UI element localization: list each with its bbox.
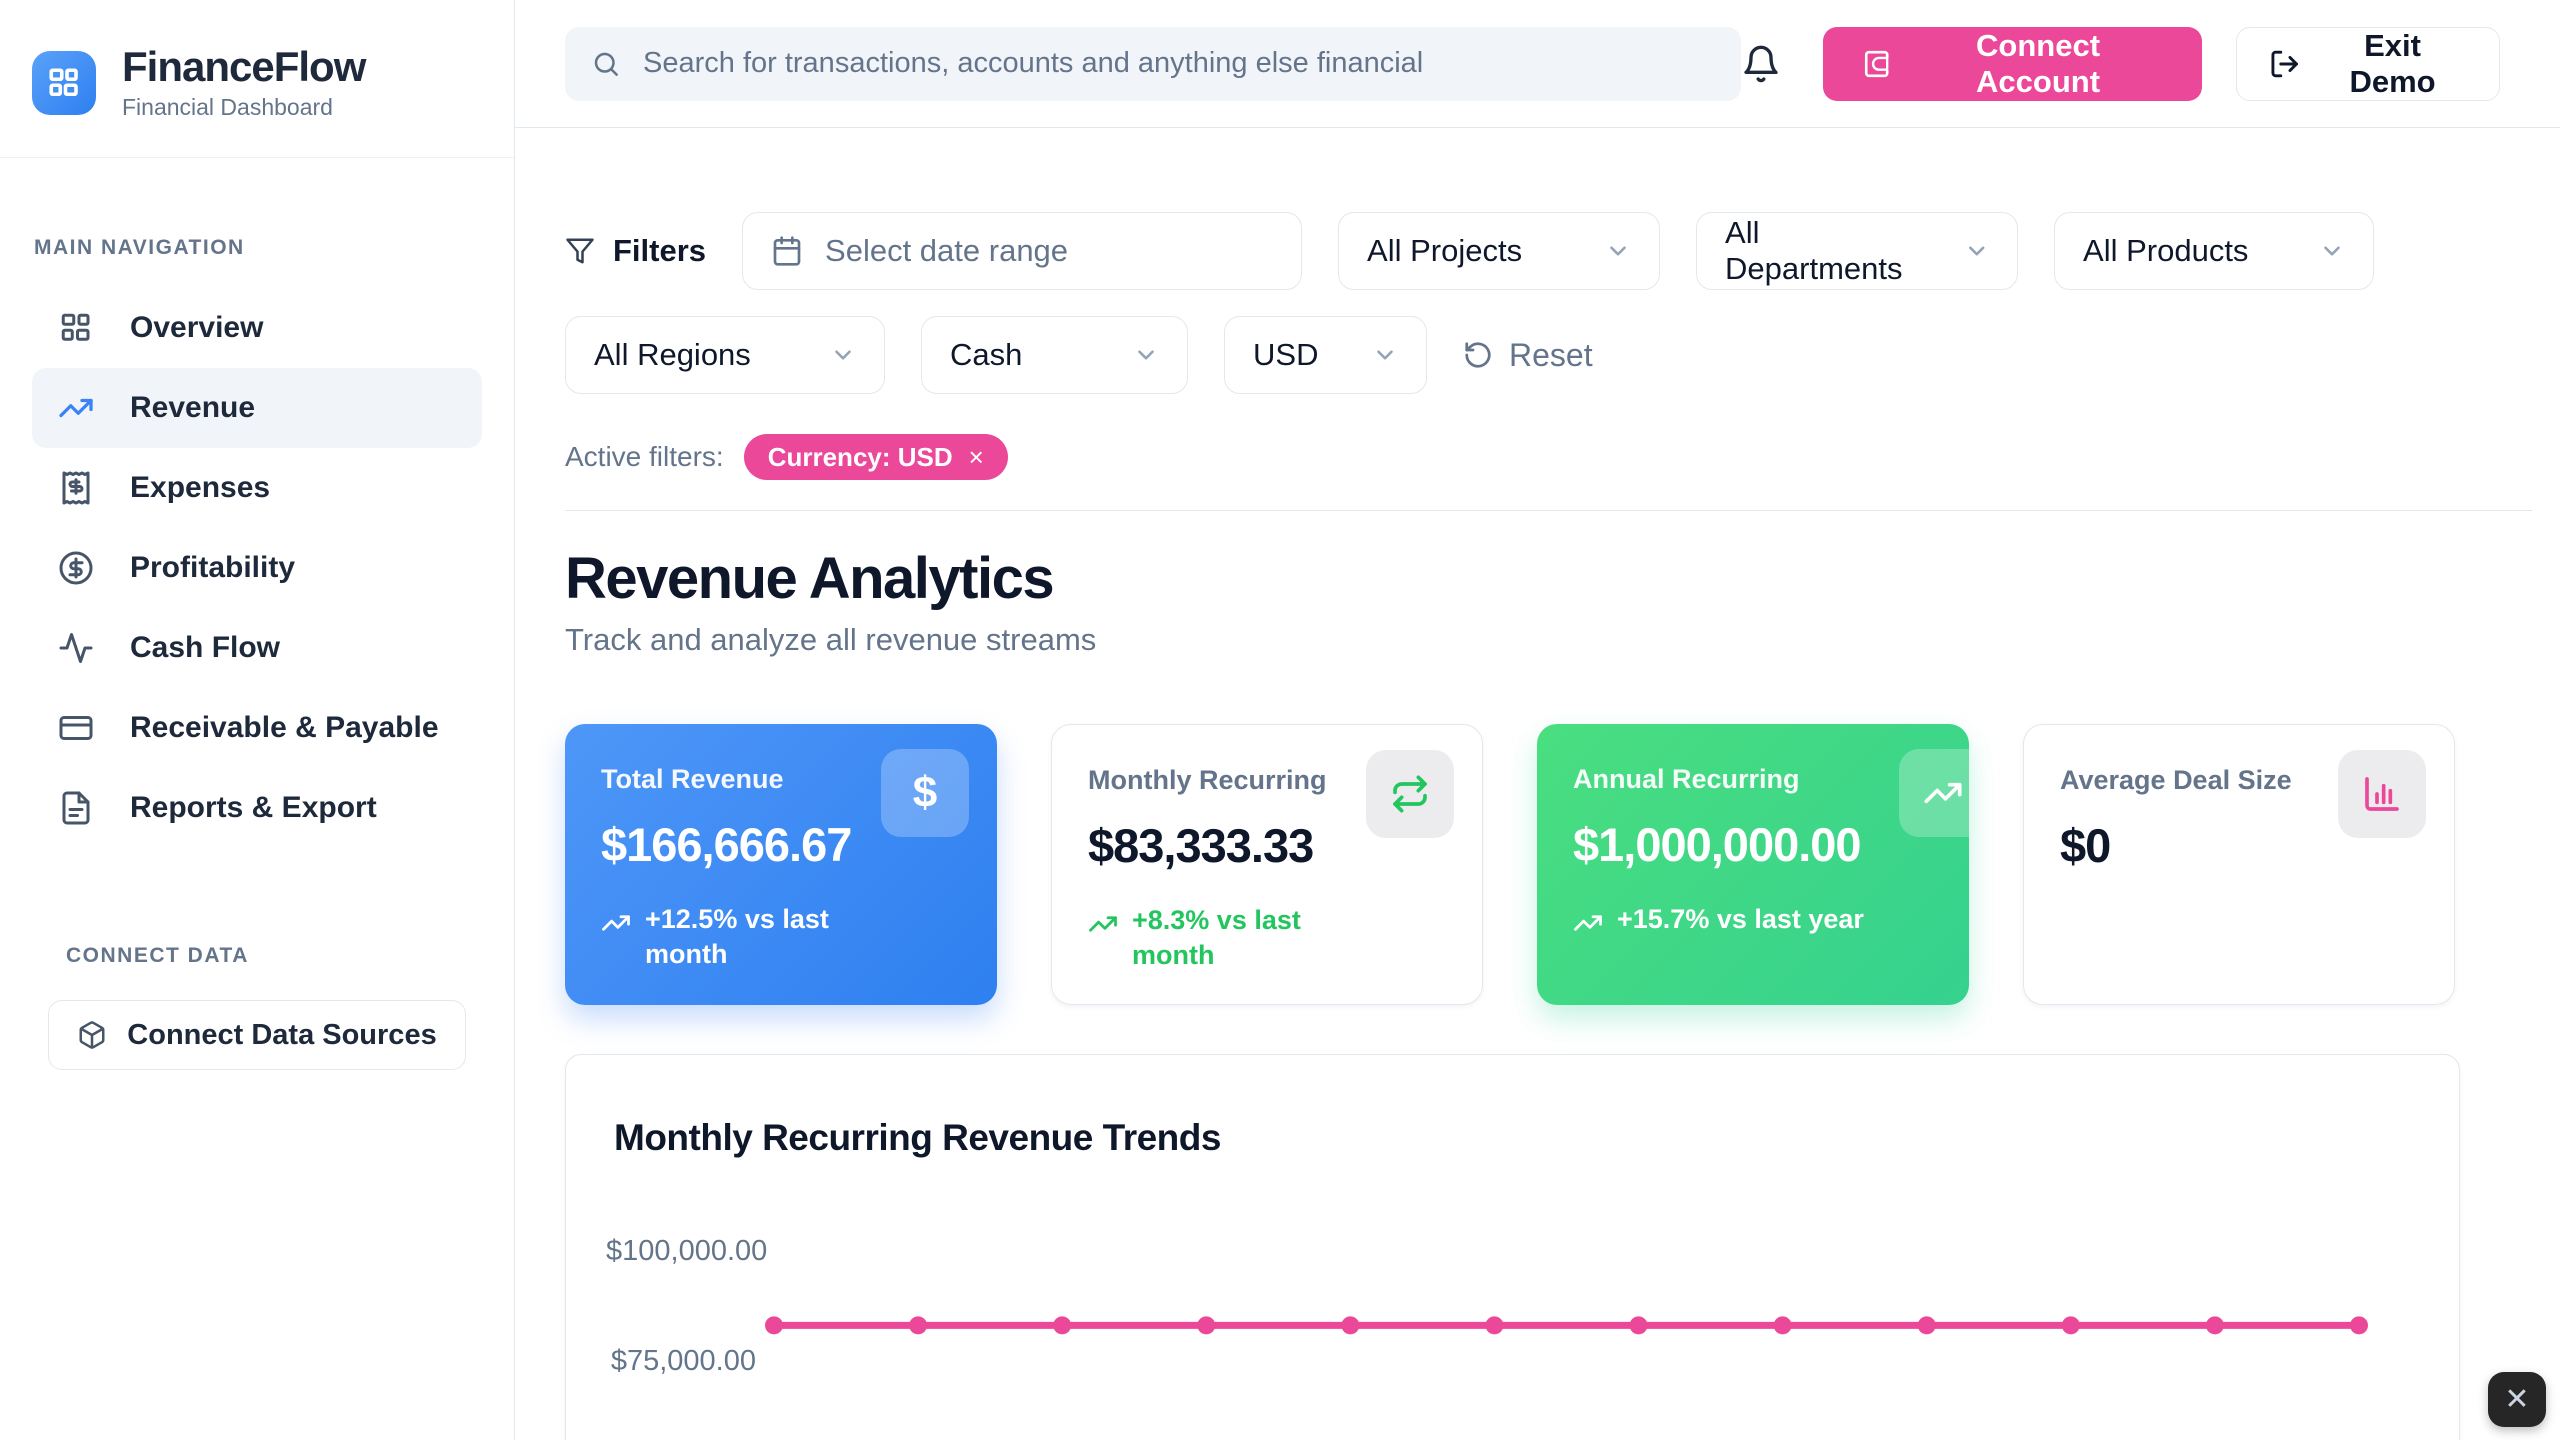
reset-rotate-icon [1463,340,1493,370]
sidebar-section-main: MAIN NAVIGATION [0,236,514,260]
main-content: Filters Select date range All Projects A… [515,128,2560,1440]
sidebar: FinanceFlow Financial Dashboard MAIN NAV… [0,0,515,1440]
search-input[interactable] [643,47,1715,80]
kpi-card-monthly-recurring: Monthly Recurring $83,333.33 +8.3% vs la… [1051,724,1483,1005]
data-point-marker[interactable] [1053,1316,1071,1334]
dollar-circle-icon [58,550,94,586]
sidebar-item-receivable-payable[interactable]: Receivable & Payable [32,688,482,768]
kpi-card-annual-recurring: Annual Recurring $1,000,000.00 +15.7% vs… [1537,724,1969,1005]
data-point-marker[interactable] [1197,1316,1215,1334]
filter-funnel-icon [565,236,595,266]
products-select[interactable]: All Products [2054,212,2374,290]
trend-up-arrow-icon [1573,908,1603,938]
data-point-marker[interactable] [1341,1316,1359,1334]
filters-row-1: Filters Select date range All Projects A… [565,212,2532,290]
chevron-down-icon [2319,238,2345,264]
section-divider [565,510,2532,511]
calendar-icon [771,235,803,267]
dashboard-grid-icon [58,310,94,346]
data-point-marker[interactable] [1918,1316,1936,1334]
data-point-marker[interactable] [2062,1316,2080,1334]
kpi-trend: +12.5% vs last month [601,902,851,972]
app-title: FinanceFlow [122,44,365,90]
activity-icon [58,630,94,666]
kpi-trend: +8.3% vs last month [1088,903,1338,973]
kpi-card-total-revenue: Total Revenue $166,666.67 +12.5% vs last… [565,724,997,1005]
sidebar-nav: Overview Revenue Expenses Profitability [0,288,514,848]
wallet-icon [1861,48,1892,80]
file-text-icon [58,790,94,826]
data-point-marker[interactable] [2350,1316,2368,1334]
receipt-icon [58,470,94,506]
sidebar-item-cash-flow[interactable]: Cash Flow [32,608,482,688]
close-icon: ✕ [2504,1382,2529,1417]
data-point-marker[interactable] [1774,1316,1792,1334]
chevron-down-icon [1964,238,1990,264]
global-search[interactable] [565,27,1741,101]
cash-select[interactable]: Cash [921,316,1188,394]
data-point-marker[interactable] [1630,1316,1648,1334]
filters-title: Filters [565,233,706,269]
app: FinanceFlow Financial Dashboard MAIN NAV… [0,0,2560,1440]
search-icon [591,49,621,79]
connect-account-button[interactable]: Connect Account [1823,27,2202,101]
sidebar-item-profitability[interactable]: Profitability [32,528,482,608]
date-range-input[interactable]: Select date range [742,212,1302,290]
trend-up-arrow-icon [1088,909,1118,939]
sidebar-item-revenue[interactable]: Revenue [32,368,482,448]
notifications-bell-icon[interactable] [1741,44,1781,84]
repeat-icon [1366,750,1454,838]
brand: FinanceFlow Financial Dashboard [0,0,514,158]
chevron-down-icon [1372,342,1398,368]
projects-select[interactable]: All Projects [1338,212,1660,290]
kpi-card-average-deal-size: Average Deal Size $0 [2023,724,2455,1005]
trending-up-icon [1899,749,1969,837]
departments-select[interactable]: All Departments [1696,212,2018,290]
active-filters-row: Active filters: Currency: USD × [565,434,2532,480]
topbar: Connect Account Exit Demo [515,0,2560,128]
app-logo-icon [32,51,96,115]
connect-data-sources-button[interactable]: Connect Data Sources [48,1000,466,1070]
reset-filters-button[interactable]: Reset [1463,337,1593,374]
sidebar-item-overview[interactable]: Overview [32,288,482,368]
chevron-down-icon [1133,342,1159,368]
exit-demo-button[interactable]: Exit Demo [2236,27,2500,101]
line-chart-canvas [566,1055,2461,1440]
data-point-marker[interactable] [1485,1316,1503,1334]
active-filters-label: Active filters: [565,441,724,473]
logout-icon [2269,48,2300,80]
data-point-marker[interactable] [765,1316,783,1334]
trending-up-icon [58,390,94,426]
currency-select[interactable]: USD [1224,316,1427,394]
regions-select[interactable]: All Regions [565,316,885,394]
kpi-cards: Total Revenue $166,666.67 +12.5% vs last… [565,724,2532,1005]
mrr-trends-chart-card: Monthly Recurring Revenue Trends $100,00… [565,1054,2460,1440]
chevron-down-icon [830,342,856,368]
data-point-marker[interactable] [2206,1316,2224,1334]
filters-row-2: All Regions Cash USD Reset [565,316,2532,394]
chip-close-icon[interactable]: × [969,444,984,470]
sidebar-section-connect: CONNECT DATA [0,944,514,968]
page-subtitle: Track and analyze all revenue streams [565,622,2532,658]
dollar-icon: $ [881,749,969,837]
bar-chart-icon [2338,750,2426,838]
page-title: Revenue Analytics [565,545,2532,612]
kpi-trend: +15.7% vs last year [1573,902,1933,938]
chevron-down-icon [1605,238,1631,264]
sidebar-item-reports-export[interactable]: Reports & Export [32,768,482,848]
sidebar-item-expenses[interactable]: Expenses [32,448,482,528]
floating-close-button[interactable]: ✕ [2488,1372,2546,1427]
credit-card-icon [58,710,94,746]
package-icon [77,1020,107,1050]
data-point-marker[interactable] [909,1316,927,1334]
trend-up-arrow-icon [601,908,631,938]
app-subtitle: Financial Dashboard [122,94,365,121]
currency-filter-chip[interactable]: Currency: USD × [744,434,1008,480]
